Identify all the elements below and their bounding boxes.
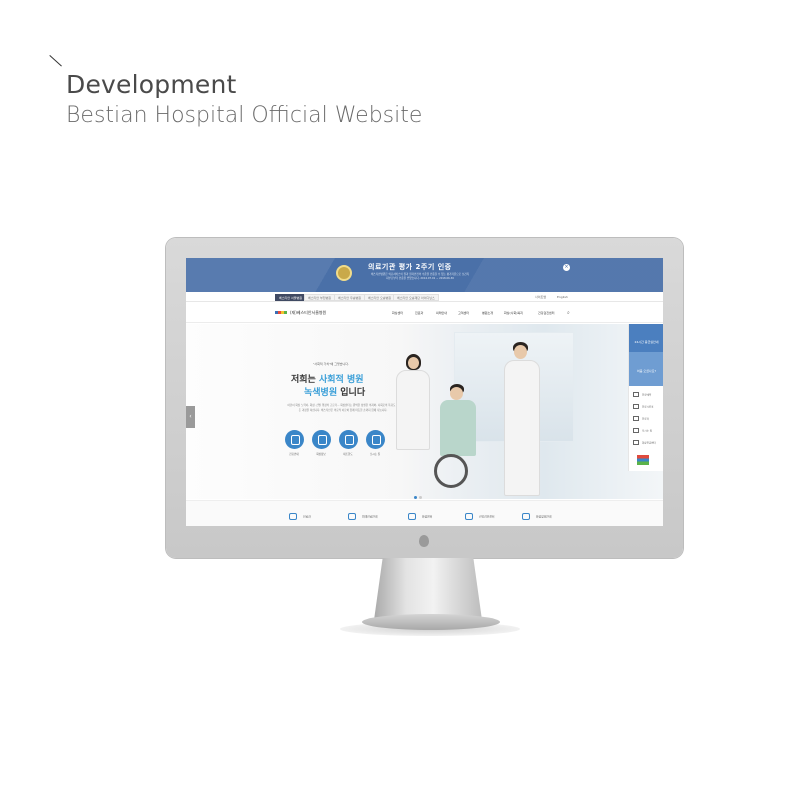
site-tab-bucheon[interactable]: 베스티안 부천병원	[304, 294, 336, 301]
shortcut-bar: 진료과 외래진료안내 화상센터 건강검진센터 화상정보안내	[186, 500, 663, 526]
slide-dot[interactable]	[419, 496, 422, 499]
hero-slider: ‹ "사회적 가치"에 그렇습니다. 저희는 사회적 병원 녹색병원 입니다 어…	[186, 324, 663, 499]
monitor-stand	[374, 558, 482, 620]
hero-description: 어린이 화상 노력이, 화상, 신발 행정의 고로가... 화상센터는 완벽한 …	[287, 404, 399, 412]
banner-text: 베스티안병원은 의료서비스의 질과 환자안전의 수준을 인증할 수 있는 평가기…	[370, 273, 470, 280]
directions-button[interactable]	[366, 430, 385, 449]
search-icon[interactable]: ⌕	[567, 310, 570, 316]
nav-item-outpatient[interactable]: 외래안내	[436, 311, 447, 315]
nav-item-burn-center[interactable]: 화상센터	[392, 311, 403, 315]
burn-info-label: 화상정보	[316, 453, 326, 456]
decorative-tick	[49, 55, 62, 67]
nav-item-about[interactable]: 병원소개	[482, 311, 493, 315]
shortcut-burn-info[interactable]: 화상정보안내	[522, 513, 551, 520]
hero-headline-1: 저희는 사회적 병원	[291, 375, 364, 385]
prev-slide-arrow[interactable]: ‹	[186, 406, 195, 428]
network-button[interactable]	[339, 430, 358, 449]
page-subtitle: Bestian Hospital Official Website	[66, 103, 423, 128]
banner-title: 의료기관 평가 2주기 인증	[368, 263, 452, 271]
close-icon[interactable]: ×	[563, 264, 570, 271]
shortcut-outpatient[interactable]: 외래진료안내	[348, 513, 377, 520]
logo-icon[interactable]	[275, 311, 287, 314]
english-link[interactable]: English	[557, 295, 568, 299]
page-title: Development	[66, 70, 237, 99]
burn-info-icon	[522, 513, 530, 520]
wheelchair-wheel	[434, 454, 468, 488]
monitor-screen: 의료기관 평가 2주기 인증 베스티안병원은 의료서비스의 질과 환자안전의 수…	[186, 258, 663, 526]
checkup-icon	[465, 513, 473, 520]
clinic-guide-button[interactable]	[285, 430, 304, 449]
shortcut-departments[interactable]: 진료과	[289, 513, 311, 520]
network-label: 네트한도	[343, 453, 353, 456]
emergency-info-button[interactable]: 24시간 응급실안내	[629, 324, 663, 352]
site-logo[interactable]: (재)베스티안서울병원	[290, 310, 326, 316]
stethoscope-icon	[348, 513, 356, 520]
nav-item-welfare[interactable]: 화상(사회)복지	[504, 311, 523, 315]
sitemap-link[interactable]: 사이트맵	[535, 295, 546, 299]
quick-menu: 24시간 응급실안내 처음 오셨나요? 진료예약 진료시간표 진료과 오시는 길…	[628, 324, 663, 471]
hero-quote: "사회적 가치"에 그렇습니다.	[313, 362, 349, 366]
slide-dot-active[interactable]	[414, 496, 417, 499]
main-nav: (재)베스티안서울병원 화상센터 진료과 외래안내 고객센터 병원소개 화상(사…	[186, 303, 663, 323]
nav-item-departments[interactable]: 진료과	[415, 311, 423, 315]
burn-center-icon	[408, 513, 416, 520]
quick-item-schedule[interactable]: 진료시간표	[633, 404, 654, 409]
monitor-frame: 의료기관 평가 2주기 인증 베스티안병원은 의료서비스의 질과 환자안전의 수…	[166, 238, 683, 558]
site-switch-bar: 베스티안 서울병원 베스티안 부천병원 베스티안 우송병원 베스티안 오송병원 …	[186, 292, 663, 302]
shortcut-checkup[interactable]: 건강검진센터	[465, 513, 494, 520]
shortcut-burn-center[interactable]: 화상센터	[408, 513, 432, 520]
nav-item-customer[interactable]: 고객센터	[458, 311, 469, 315]
quick-item-departments[interactable]: 진료과	[633, 416, 649, 421]
hero-headline-2: 녹색병원 입니다	[304, 388, 366, 398]
site-tab-usong[interactable]: 베스티안 우송병원	[334, 294, 366, 301]
quick-item-directions[interactable]: 오시는 길	[633, 428, 652, 433]
first-visit-button[interactable]: 처음 오셨나요?	[629, 352, 663, 386]
certification-banner: 의료기관 평가 2주기 인증 베스티안병원은 의료서비스의 질과 환자안전의 수…	[186, 258, 663, 292]
certification-seal-icon	[336, 265, 352, 281]
hospital-badge-icon	[637, 455, 649, 465]
clinic-guide-label: 진료안내	[289, 453, 299, 456]
quick-item-reservation[interactable]: 진료예약	[633, 392, 651, 397]
burn-info-button[interactable]	[312, 430, 331, 449]
apple-logo-icon	[419, 535, 429, 547]
departments-icon	[289, 513, 297, 520]
directions-label: 오시는 길	[369, 453, 381, 456]
site-tab-seoul[interactable]: 베스티안 서울병원	[275, 294, 307, 301]
quick-item-burn-emergency[interactable]: 화상응급센터	[633, 440, 656, 445]
site-tab-osong[interactable]: 베스티안 오송병원	[364, 294, 396, 301]
monitor-base	[362, 614, 500, 630]
site-tab-foundation[interactable]: 베스티안 오송재단 아이디닝스	[393, 294, 439, 301]
nav-item-checkup[interactable]: 건강검진센터	[538, 311, 555, 315]
